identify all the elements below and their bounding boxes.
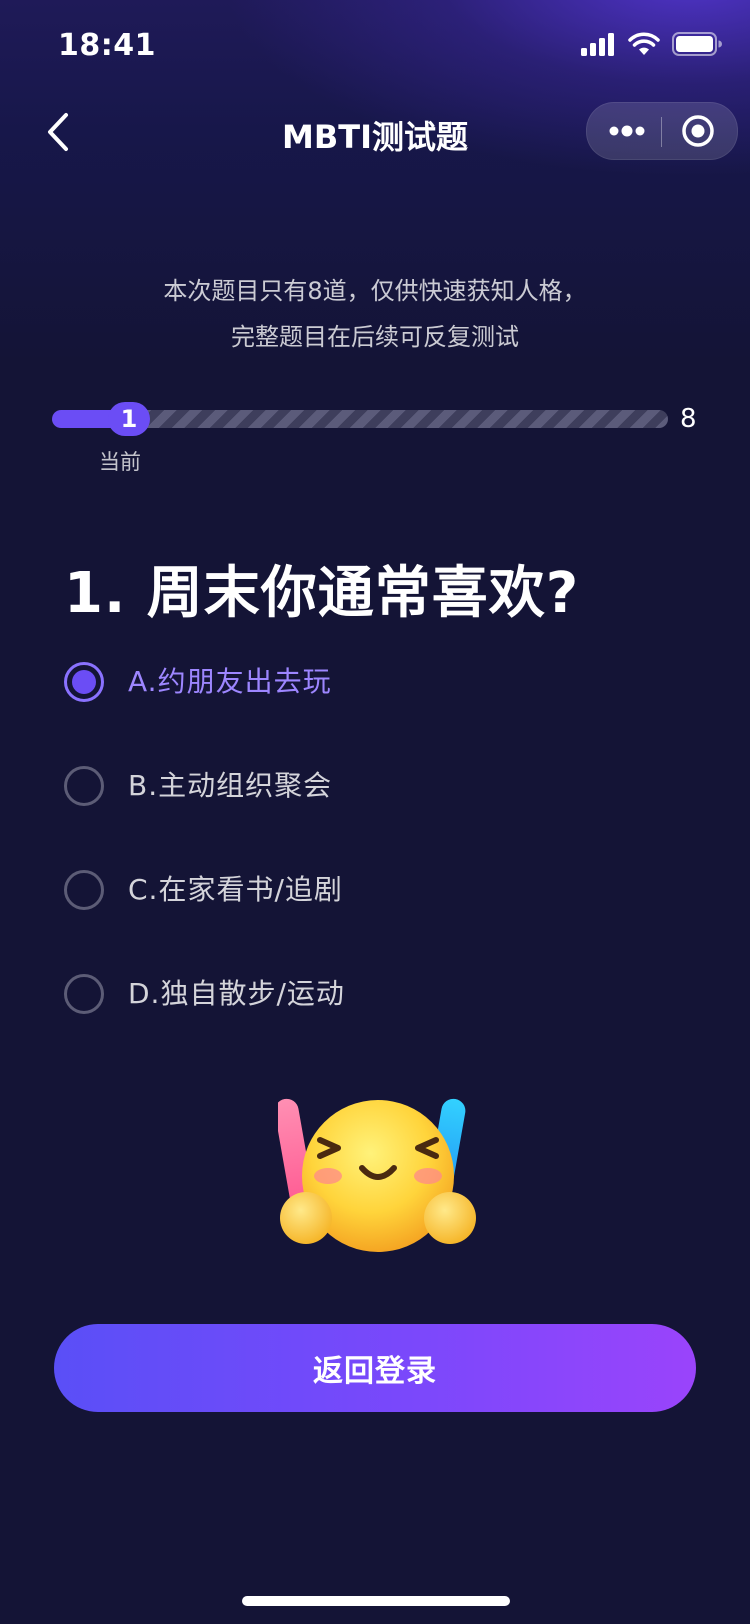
progress-current-label: 当前 [99, 450, 141, 474]
option-a[interactable]: A.约朋友出去玩 [64, 660, 684, 764]
intro-text: 本次题目只有8道，仅供快速获知人格， 完整题目在后续可反复测试 [0, 268, 750, 360]
radio-button[interactable] [64, 870, 104, 910]
option-c[interactable]: C.在家看书/追剧 [64, 868, 684, 972]
radio-button[interactable] [64, 662, 104, 702]
more-button[interactable] [609, 103, 645, 159]
mini-program-capsule [586, 102, 738, 160]
close-mini-program-button[interactable] [681, 114, 715, 148]
more-dots-icon [609, 125, 645, 137]
question-title: 1. 周末你通常喜欢? [64, 561, 580, 626]
target-icon [682, 115, 714, 147]
cellular-signal-icon [581, 33, 614, 56]
answer-options: A.约朋友出去玩 B.主动组织聚会 C.在家看书/追剧 D.独自散步/运动 [64, 660, 684, 1076]
navigation-bar: MBTI测试题 [0, 96, 750, 172]
intro-line-1: 本次题目只有8道，仅供快速获知人格， [163, 277, 587, 305]
home-indicator [242, 1596, 510, 1606]
option-label: D.独自散步/运动 [128, 977, 345, 1010]
option-d[interactable]: D.独自散步/运动 [64, 972, 684, 1076]
capsule-divider [661, 117, 662, 147]
progress-current-badge: 1 [108, 402, 150, 436]
status-bar: 18:41 [0, 0, 750, 88]
progress-total: 8 [680, 404, 697, 434]
battery-icon [672, 32, 722, 56]
return-login-button[interactable]: 返回登录 [54, 1324, 696, 1412]
option-label: C.在家看书/追剧 [128, 873, 343, 906]
wifi-icon [628, 32, 660, 55]
radio-button[interactable] [64, 974, 104, 1014]
status-icons [580, 32, 722, 56]
status-time: 18:41 [58, 28, 156, 63]
intro-line-2: 完整题目在后续可反复测试 [231, 323, 519, 351]
option-label: B.主动组织聚会 [128, 769, 333, 802]
progress-bar: 1 8 当前 [52, 402, 698, 474]
option-b[interactable]: B.主动组织聚会 [64, 764, 684, 868]
happy-emoji-illustration [278, 1098, 476, 1252]
radio-button[interactable] [64, 766, 104, 806]
option-label: A.约朋友出去玩 [128, 665, 332, 698]
